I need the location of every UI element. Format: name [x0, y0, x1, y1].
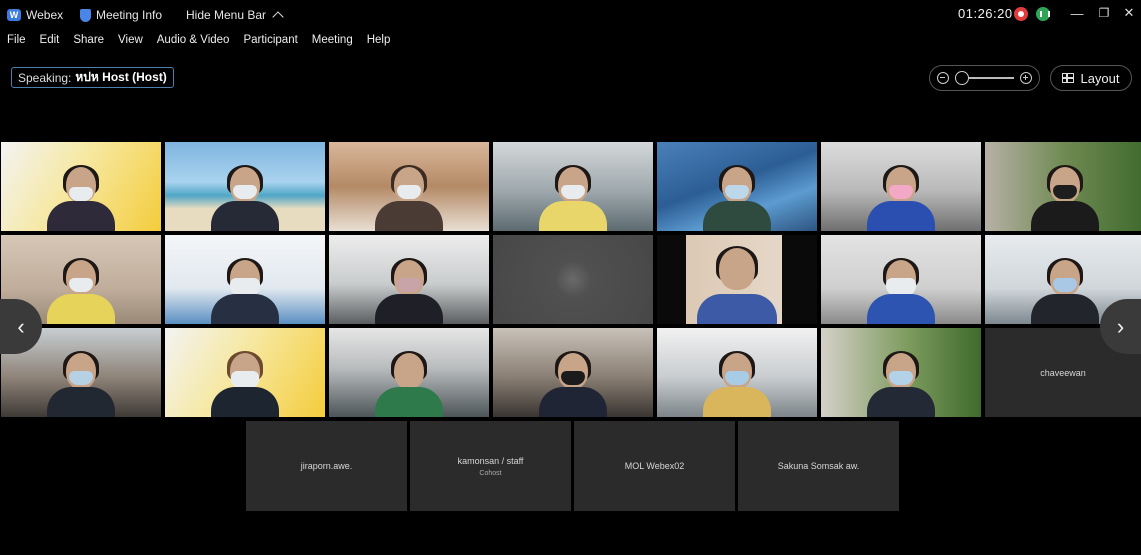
- video-tile[interactable]: [1, 142, 161, 231]
- chevron-right-icon: ›: [1116, 313, 1125, 339]
- menu-edit[interactable]: Edit: [33, 30, 67, 52]
- participant-name: jiraporn.awe.: [300, 461, 353, 471]
- meeting-info-button[interactable]: Meeting Info: [80, 8, 162, 22]
- shield-icon: [80, 8, 91, 22]
- participant-name-tile[interactable]: Sakuna Somsak aw.: [738, 421, 899, 511]
- minimize-button[interactable]: —: [1068, 4, 1086, 22]
- active-speaker-indicator: Speaking: หปห Host (Host): [11, 67, 174, 88]
- participant-name-tile[interactable]: jiraporn.awe.: [246, 421, 407, 511]
- close-button[interactable]: ✕: [1120, 4, 1138, 22]
- chevron-up-icon: [272, 11, 284, 23]
- layout-label: Layout: [1080, 70, 1120, 86]
- video-tile[interactable]: [657, 328, 817, 417]
- video-tile[interactable]: [821, 328, 981, 417]
- webex-logo-icon: W: [7, 9, 21, 21]
- participant-name: chaveewan: [1040, 367, 1086, 378]
- video-tile[interactable]: [329, 328, 489, 417]
- video-tile[interactable]: [165, 142, 325, 231]
- zoom-out-icon[interactable]: [937, 72, 949, 84]
- zoom-slider-handle[interactable]: [955, 71, 969, 85]
- recording-icon[interactable]: [1014, 7, 1028, 21]
- participant-name-tile[interactable]: kamonsan / staff Cohost: [410, 421, 571, 511]
- menu-share[interactable]: Share: [66, 30, 111, 52]
- participant-name-tile[interactable]: MOL Webex02: [574, 421, 735, 511]
- video-tile[interactable]: [821, 142, 981, 231]
- menu-view[interactable]: View: [111, 30, 150, 52]
- menu-help[interactable]: Help: [360, 30, 398, 52]
- menu-meeting[interactable]: Meeting: [305, 30, 360, 52]
- video-tile[interactable]: [493, 328, 653, 417]
- participant-role: Cohost: [479, 469, 502, 477]
- title-bar: W Webex Meeting Info Hide Menu Bar 01:26…: [0, 0, 1141, 30]
- participant-name: MOL Webex02: [624, 461, 685, 471]
- zoom-in-icon[interactable]: [1020, 72, 1032, 84]
- restore-button[interactable]: ❐: [1095, 4, 1113, 22]
- video-tile[interactable]: [329, 142, 489, 231]
- hide-menu-label: Hide Menu Bar: [186, 8, 267, 22]
- menu-audio-video[interactable]: Audio & Video: [150, 30, 237, 52]
- video-tile[interactable]: [165, 235, 325, 324]
- video-tile[interactable]: [493, 235, 653, 324]
- speaker-name: หปห Host (Host): [75, 70, 167, 84]
- app-brand: W Webex: [7, 8, 63, 22]
- hide-menu-bar-button[interactable]: Hide Menu Bar: [186, 8, 284, 23]
- menu-bar: File Edit Share View Audio & Video Parti…: [0, 30, 397, 52]
- video-tile[interactable]: [821, 235, 981, 324]
- menu-participant[interactable]: Participant: [236, 30, 304, 52]
- participant-name: Sakuna Somsak aw.: [777, 461, 860, 471]
- participant-name: kamonsan / staff: [457, 455, 524, 466]
- menu-file[interactable]: File: [0, 30, 33, 52]
- chevron-left-icon: ‹: [17, 313, 25, 339]
- zoom-control: [929, 65, 1040, 91]
- video-tile[interactable]: [329, 235, 489, 324]
- video-tile[interactable]: [165, 328, 325, 417]
- speaking-label: Speaking:: [18, 70, 72, 85]
- video-tile[interactable]: [657, 142, 817, 231]
- video-tile[interactable]: [493, 142, 653, 231]
- meeting-info-label: Meeting Info: [96, 8, 163, 22]
- network-health-icon[interactable]: [1036, 7, 1050, 21]
- layout-button[interactable]: Layout: [1050, 65, 1132, 91]
- video-tile[interactable]: [985, 142, 1141, 231]
- layout-grid-icon: [1062, 73, 1075, 83]
- video-tile[interactable]: [657, 235, 817, 324]
- meeting-timer: 01:26:20: [958, 6, 1013, 21]
- app-name: Webex: [26, 8, 64, 22]
- zoom-slider[interactable]: [955, 71, 1014, 85]
